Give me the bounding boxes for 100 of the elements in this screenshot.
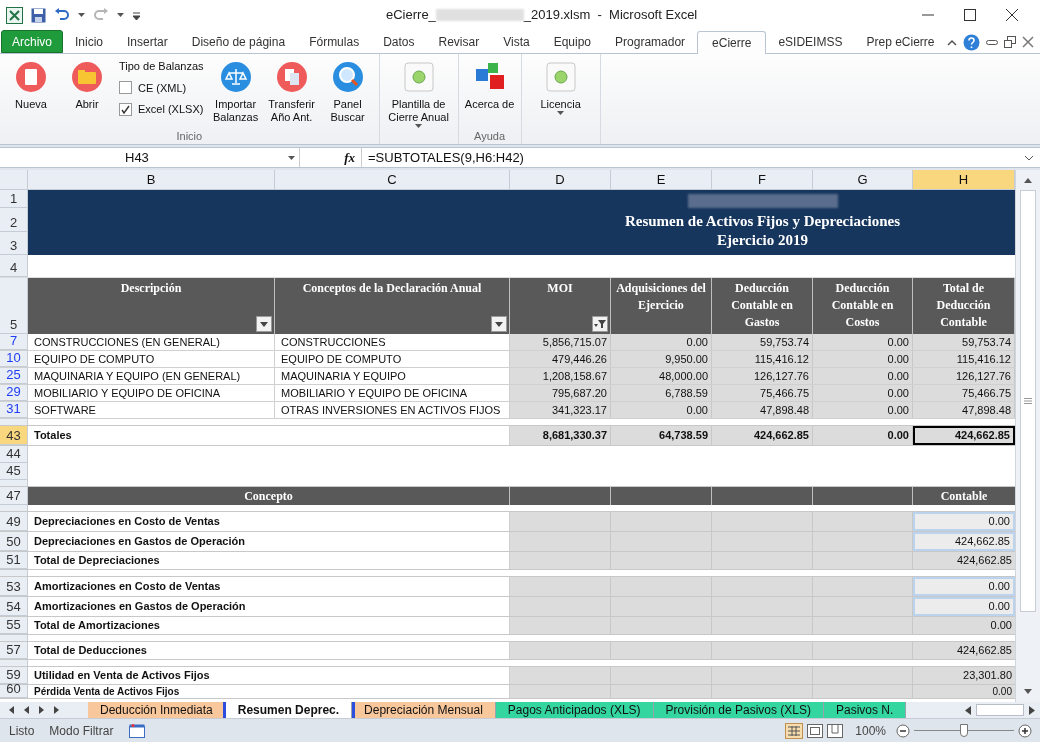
- sheet-tab[interactable]: Deducción Inmediata: [88, 702, 226, 718]
- checkbox[interactable]: [119, 81, 132, 95]
- ribbon-tab[interactable]: Programador: [603, 31, 698, 53]
- filter-dropdown-icon[interactable]: [491, 316, 507, 332]
- filter-dropdown-icon[interactable]: [256, 316, 272, 332]
- restore-workbook-icon[interactable]: [1004, 36, 1016, 48]
- macro-record-icon[interactable]: [129, 723, 146, 738]
- row-number[interactable]: 49: [0, 512, 28, 531]
- column-header[interactable]: H: [913, 170, 1015, 189]
- row-number[interactable]: 1: [0, 190, 28, 208]
- input-field[interactable]: 0.00: [913, 597, 1015, 616]
- row-number[interactable]: 60: [0, 685, 28, 698]
- row-number[interactable]: 5: [0, 278, 28, 334]
- page-break-icon[interactable]: [827, 723, 844, 738]
- row-number[interactable]: 3: [0, 232, 28, 255]
- ribbon-tab[interactable]: eCierre: [697, 31, 767, 54]
- customize-toolbar-icon[interactable]: [132, 10, 141, 20]
- column-header[interactable]: E: [611, 170, 712, 189]
- row-number[interactable]: 29: [0, 385, 28, 401]
- first-sheet-icon[interactable]: [8, 706, 15, 714]
- function-button[interactable]: fx: [344, 147, 355, 168]
- ribbon-button[interactable]: Abrir: [59, 54, 115, 128]
- row-number[interactable]: 7: [0, 334, 28, 350]
- ribbon-button[interactable]: Importar Balanzas: [207, 54, 264, 128]
- zoom-level[interactable]: 100%: [855, 721, 886, 740]
- row-number[interactable]: 44: [0, 446, 28, 463]
- row-number[interactable]: 10: [0, 351, 28, 367]
- input-field[interactable]: 0.00: [913, 512, 1015, 531]
- dropdown-caret-icon: [117, 13, 124, 17]
- ribbon-tab[interactable]: Inicio: [63, 31, 116, 53]
- help-icon[interactable]: [963, 33, 980, 51]
- ribbon-button[interactable]: Plantilla de Cierre Anual: [382, 54, 455, 128]
- row-number[interactable]: 2: [0, 208, 28, 232]
- row-number[interactable]: 25: [0, 368, 28, 384]
- sheet-tab[interactable]: Resumen Deprec.: [225, 702, 353, 718]
- sheet-tab[interactable]: Provisión de Pasivos (XLS): [653, 702, 824, 718]
- column-header[interactable]: D: [510, 170, 611, 189]
- maximize-icon[interactable]: [964, 9, 976, 21]
- minimize-workbook-icon[interactable]: [986, 38, 998, 46]
- ribbon-button[interactable]: Panel Buscar: [319, 54, 376, 128]
- undo-icon[interactable]: [54, 8, 70, 22]
- ribbon-tab[interactable]: eSIDEIMSS: [766, 31, 855, 53]
- row-number[interactable]: 59: [0, 667, 28, 684]
- row-number[interactable]: 45: [0, 463, 28, 480]
- checkbox-option[interactable]: Excel (XLSX): [119, 101, 204, 118]
- formula-field[interactable]: =SUBTOTALES(9,H6:H42): [362, 148, 1022, 167]
- row-number[interactable]: 55: [0, 617, 28, 634]
- ribbon-tab[interactable]: Insertar: [115, 31, 180, 53]
- ribbon-button[interactable]: Nueva: [3, 54, 59, 128]
- row-number[interactable]: 53: [0, 577, 28, 596]
- ribbon-button[interactable]: Acerca de: [461, 54, 518, 128]
- row-number[interactable]: 31: [0, 402, 28, 418]
- filter-applied-icon[interactable]: [592, 316, 608, 332]
- close-icon[interactable]: [1006, 9, 1018, 21]
- ribbon-tab[interactable]: Archivo: [1, 30, 63, 53]
- checkbox-option[interactable]: CE (XML): [119, 79, 204, 96]
- row-number[interactable]: 57: [0, 642, 28, 659]
- row-number[interactable]: 54: [0, 597, 28, 616]
- zoom-in-icon[interactable]: [1018, 723, 1032, 738]
- ribbon-tab[interactable]: Prep eCierre: [854, 31, 947, 53]
- column-header[interactable]: F: [712, 170, 813, 189]
- collapse-ribbon-icon[interactable]: [947, 38, 957, 46]
- previous-sheet-icon[interactable]: [23, 706, 30, 714]
- row-number[interactable]: 50: [0, 532, 28, 551]
- ribbon-button[interactable]: Licencia: [524, 54, 597, 128]
- ribbon-tab[interactable]: Equipo: [541, 31, 604, 53]
- ribbon-tab[interactable]: Revisar: [426, 31, 492, 53]
- horizontal-scroll-thumb[interactable]: [976, 704, 1024, 716]
- ribbon-tab[interactable]: Fórmulas: [297, 31, 372, 53]
- sheet-tab[interactable]: Depreciación Mensual: [352, 702, 496, 718]
- close-workbook-icon[interactable]: [1022, 36, 1034, 48]
- row-number[interactable]: 51: [0, 552, 28, 569]
- ribbon-tab[interactable]: Datos: [371, 31, 427, 53]
- column-header[interactable]: B: [28, 170, 275, 189]
- vertical-scrollbar[interactable]: [1015, 170, 1040, 702]
- scroll-left-icon[interactable]: [965, 705, 971, 715]
- row-number[interactable]: 47: [0, 487, 28, 505]
- zoom-out-icon[interactable]: [896, 723, 910, 738]
- row-number[interactable]: 43: [0, 426, 28, 445]
- column-heading: MOI: [510, 278, 611, 334]
- row-number[interactable]: 4: [0, 255, 28, 277]
- normal-view-icon[interactable]: [785, 722, 804, 739]
- next-sheet-icon[interactable]: [38, 706, 45, 714]
- sheet-tab[interactable]: Pagos Anticipados (XLS): [495, 702, 654, 718]
- sheet-tab[interactable]: Pasivos N.: [824, 702, 907, 718]
- input-field[interactable]: 0.00: [913, 577, 1015, 596]
- ribbon-tab[interactable]: Vista: [491, 31, 542, 53]
- save-icon[interactable]: [31, 7, 46, 23]
- zoom-slider-thumb[interactable]: [960, 723, 968, 737]
- ribbon-button[interactable]: Transferir Año Ant.: [263, 54, 320, 128]
- last-sheet-icon[interactable]: [53, 706, 60, 714]
- checkbox[interactable]: [119, 102, 132, 116]
- page-layout-icon[interactable]: [807, 723, 824, 738]
- input-field[interactable]: 424,662.85: [913, 532, 1015, 551]
- column-header[interactable]: C: [275, 170, 510, 189]
- zoom-slider-track[interactable]: [914, 723, 1014, 738]
- table-cell: 424,662.85: [913, 426, 1015, 445]
- scroll-right-icon[interactable]: [1029, 705, 1035, 715]
- name-box[interactable]: H43: [0, 148, 300, 167]
- ribbon-tab[interactable]: Diseño de página: [179, 31, 298, 53]
